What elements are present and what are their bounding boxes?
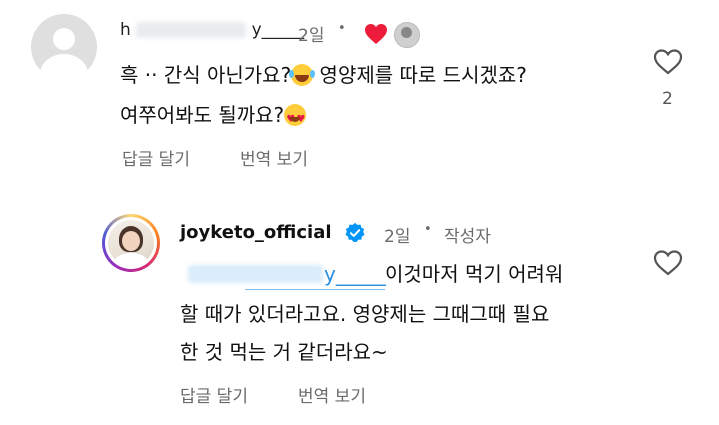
mention-link[interactable]: y_____ <box>180 262 386 286</box>
author-label: 작성자 <box>444 227 491 247</box>
face-with-tears-of-joy-icon <box>289 64 314 86</box>
comment-text-line2: 여쭈어봐도 될까요? <box>120 99 307 136</box>
reply-like-heart-icon[interactable] <box>653 250 683 276</box>
reply-translate-button[interactable]: 번역 보기 <box>298 382 366 407</box>
mention-blurred <box>188 265 323 283</box>
reply-username[interactable]: joyketo_official <box>180 222 332 243</box>
mention-end: y_____ <box>324 262 386 286</box>
reply-text-line2: 할 때가 있더라고요. 영양제는 그때그때 필요 <box>180 302 550 326</box>
username-blurred <box>136 22 247 38</box>
reply-author-avatar[interactable] <box>102 214 160 272</box>
author-liked-heart-icon <box>365 24 387 44</box>
mention-underline <box>245 289 385 290</box>
reply-time: 2일 <box>384 227 411 247</box>
comment-time: 2일 <box>298 26 325 46</box>
author-mini-avatar <box>394 22 420 48</box>
commenter-avatar[interactable] <box>31 14 97 80</box>
reply-text-line3: 한 것 먹는 거 같더라요~ <box>180 340 388 364</box>
verified-badge-icon <box>345 222 365 243</box>
comment-text-line1: 흑 ·· 간식 아닌가요? 영양제를 따로 드시겠죠? <box>120 63 527 87</box>
reply-text-line1: 이것마저 먹기 어려워 <box>385 262 564 286</box>
commenter-username[interactable]: h y_____ <box>120 20 304 40</box>
like-count: 2 <box>662 89 673 109</box>
heart-eyes-icon <box>284 104 307 136</box>
reply-button[interactable]: 답글 달기 <box>122 145 190 170</box>
username-end: y_____ <box>251 20 305 40</box>
translate-button[interactable]: 번역 보기 <box>240 145 308 170</box>
reply-reply-button[interactable]: 답글 달기 <box>180 382 248 407</box>
reply-meta-dot: • <box>424 222 432 237</box>
like-heart-icon[interactable] <box>653 49 683 75</box>
username-start: h <box>120 20 131 40</box>
meta-dot: • <box>338 21 346 36</box>
